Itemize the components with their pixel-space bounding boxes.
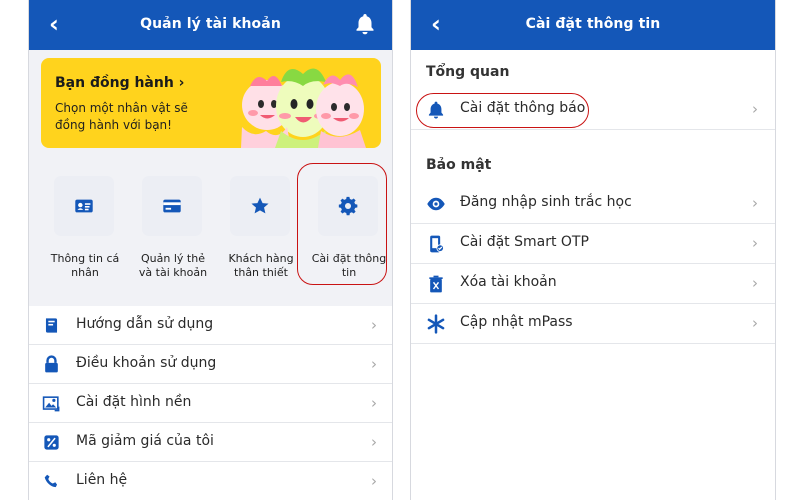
chevron-right-icon: ›	[752, 234, 758, 252]
security-section-title: Bảo mật	[426, 157, 492, 173]
biometric-login-label: Đăng nhập sinh trắc học	[460, 194, 632, 210]
shortcut-personal-info[interactable]: Thông tin cá nhân	[45, 160, 125, 304]
chevron-right-icon: ›	[371, 472, 377, 490]
shortcut-personal-info-label: Thông tin cá nhân	[50, 252, 120, 279]
shortcut-loyal-customer[interactable]: Khách hàng thân thiết	[221, 160, 301, 304]
companion-banner-description: Chọn một nhân vật sẽ đồng hành với bạn!	[55, 101, 188, 132]
shortcut-cards-accounts-tile[interactable]	[142, 176, 202, 236]
percent-icon	[44, 435, 59, 450]
settings-info-header: ‹ Cài đặt thông tin	[411, 0, 775, 50]
menu-item-wallpaper-label: Cài đặt hình nền	[76, 394, 192, 410]
credit-card-icon	[163, 199, 181, 213]
shortcut-loyal-customer-label: Khách hàng thân thiết	[228, 252, 294, 279]
shortcut-personal-info-tile[interactable]	[54, 176, 114, 236]
book-icon	[45, 318, 58, 333]
notification-bell-icon[interactable]	[353, 12, 377, 36]
menu-item-terms-label: Điều khoản sử dụng	[76, 355, 217, 371]
shortcut-cards-accounts-label: Quản lý thẻ và tài khoản	[138, 252, 208, 279]
menu-item-wallpaper[interactable]: Cài đặt hình nền ›	[29, 384, 392, 423]
companion-banner[interactable]: Bạn đồng hành › Chọn một nhân vật sẽ đồn…	[41, 58, 381, 148]
notification-settings-highlight	[416, 93, 589, 128]
account-menu-list: Hướng dẫn sử dụng › Điều khoản sử dụng ›	[29, 306, 392, 500]
phone-icon	[44, 474, 58, 488]
chevron-right-icon: ›	[371, 394, 377, 412]
delete-account-item[interactable]: Xóa tài khoản ›	[411, 264, 775, 304]
chevron-right-icon: ›	[371, 355, 377, 373]
image-icon	[42, 396, 60, 412]
menu-item-terms[interactable]: Điều khoản sử dụng ›	[29, 345, 392, 384]
account-management-screen: ‹ Quản lý tài khoản Bạn đồng hành › Chọn…	[28, 0, 393, 500]
menu-item-user-guide[interactable]: Hướng dẫn sử dụng ›	[29, 306, 392, 345]
companion-mascots-illustration	[241, 68, 366, 148]
overview-section-title: Tổng quan	[426, 64, 510, 80]
smart-otp-label: Cài đặt Smart OTP	[460, 234, 589, 250]
star-icon	[251, 197, 269, 214]
menu-item-my-coupons-label: Mã giảm giá của tôi	[76, 433, 214, 449]
settings-info-screen: ‹ Cài đặt thông tin Tổng quan Cài đặt th…	[410, 0, 776, 500]
asterisk-icon	[427, 314, 445, 334]
chevron-right-icon: ›	[752, 314, 758, 332]
biometric-login-item[interactable]: Đăng nhập sinh trắc học ›	[411, 184, 775, 224]
delete-account-label: Xóa tài khoản	[460, 274, 557, 290]
page-title: Quản lý tài khoản	[140, 16, 281, 32]
chevron-right-icon: ›	[752, 194, 758, 212]
chevron-right-icon: ›	[371, 316, 377, 334]
update-mpass-item[interactable]: Cập nhật mPass ›	[411, 304, 775, 344]
shortcut-loyal-customer-tile[interactable]	[230, 176, 290, 236]
chevron-right-icon: ›	[752, 274, 758, 292]
menu-item-contact[interactable]: Liên hệ ›	[29, 462, 392, 500]
lock-icon	[45, 355, 58, 373]
account-management-header: ‹ Quản lý tài khoản	[29, 0, 392, 50]
app-screens-comparison: ‹ Quản lý tài khoản Bạn đồng hành › Chọn…	[0, 0, 800, 500]
smart-otp-item[interactable]: Cài đặt Smart OTP ›	[411, 224, 775, 264]
menu-item-my-coupons[interactable]: Mã giảm giá của tôi ›	[29, 423, 392, 462]
id-card-icon	[75, 199, 93, 213]
companion-banner-title: Bạn đồng hành ›	[55, 75, 185, 91]
smart-otp-icon	[430, 235, 444, 253]
page-title: Cài đặt thông tin	[525, 16, 661, 32]
trash-icon	[429, 275, 443, 293]
settings-info-highlight	[297, 163, 387, 285]
menu-item-contact-label: Liên hệ	[76, 472, 128, 488]
shortcut-cards-accounts[interactable]: Quản lý thẻ và tài khoản	[133, 160, 213, 304]
menu-item-user-guide-label: Hướng dẫn sử dụng	[76, 316, 214, 332]
chevron-right-icon: ›	[752, 100, 758, 118]
update-mpass-label: Cập nhật mPass	[460, 314, 573, 330]
chevron-right-icon: ›	[371, 433, 377, 451]
eye-icon	[427, 197, 445, 211]
